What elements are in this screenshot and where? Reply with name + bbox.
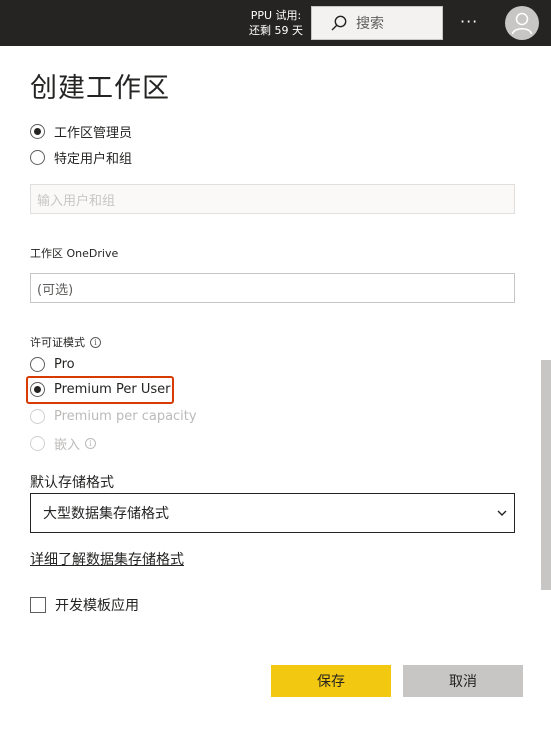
radio-circle bbox=[30, 436, 45, 451]
radio-workspace-admin[interactable]: 工作区管理员 bbox=[30, 122, 132, 141]
radio-label-embedded: 嵌入 bbox=[54, 438, 81, 453]
onedrive-label-text: 工作区 OneDrive bbox=[30, 247, 119, 260]
radio-label-specific-users: 特定用户和组 bbox=[54, 152, 133, 167]
trial-status-line1: PPU 试用: bbox=[250, 9, 302, 22]
radio-label-pro: Pro bbox=[54, 357, 75, 372]
trial-status: PPU 试用: 还剩 59 天 bbox=[246, 8, 306, 38]
save-button[interactable]: 保存 bbox=[271, 665, 391, 697]
page-title: 创建工作区 bbox=[30, 73, 170, 104]
onedrive-label: 工作区 OneDrive bbox=[30, 245, 118, 261]
storage-format-value: 大型数据集存储格式 bbox=[43, 506, 169, 522]
cancel-button[interactable]: 取消 bbox=[403, 665, 523, 697]
search-icon bbox=[331, 15, 347, 31]
storage-format-select[interactable]: 大型数据集存储格式 bbox=[30, 493, 515, 533]
chevron-down-icon bbox=[497, 510, 507, 516]
highlight-box bbox=[26, 376, 174, 404]
radio-label-premium-per-capacity: Premium per capacity bbox=[54, 409, 197, 424]
radio-license-premium-per-capacity: Premium per capacity bbox=[30, 409, 197, 424]
radio-selected-dot bbox=[34, 128, 41, 135]
storage-format-learn-more-link[interactable]: 详细了解数据集存储格式 bbox=[30, 549, 184, 569]
users-groups-placeholder: 输入用户和组 bbox=[37, 193, 116, 209]
radio-circle bbox=[30, 357, 45, 372]
top-bar: PPU 试用: 还剩 59 天 搜索 ··· bbox=[0, 0, 551, 46]
default-storage-format-label: 默认存储格式 bbox=[30, 475, 114, 491]
search-placeholder: 搜索 bbox=[356, 16, 384, 32]
template-app-label: 开发模板应用 bbox=[55, 598, 139, 614]
radio-label-workspace-admin: 工作区管理员 bbox=[54, 126, 133, 141]
radio-specific-users[interactable]: 特定用户和组 bbox=[30, 148, 132, 167]
checkbox-box bbox=[30, 597, 46, 613]
more-options-button[interactable]: ··· bbox=[460, 12, 478, 31]
radio-circle bbox=[30, 150, 45, 165]
onedrive-input[interactable]: (可选) bbox=[30, 273, 515, 303]
radio-circle bbox=[30, 124, 45, 139]
template-app-checkbox[interactable]: 开发模板应用 bbox=[30, 595, 139, 615]
scrollbar-thumb[interactable] bbox=[541, 360, 551, 590]
trial-status-line2: 还剩 59 天 bbox=[249, 24, 303, 37]
info-icon: i bbox=[85, 438, 97, 449]
user-icon bbox=[511, 12, 533, 35]
onedrive-placeholder: (可选) bbox=[37, 282, 74, 298]
radio-license-pro[interactable]: Pro bbox=[30, 357, 75, 372]
avatar-button[interactable] bbox=[505, 6, 539, 40]
info-icon[interactable]: i bbox=[90, 336, 101, 348]
radio-license-embedded: 嵌入 i bbox=[30, 434, 97, 453]
license-mode-label: 许可证模式 i bbox=[30, 334, 101, 350]
radio-circle bbox=[30, 409, 45, 424]
users-groups-input: 输入用户和组 bbox=[30, 184, 515, 214]
search-box[interactable]: 搜索 bbox=[311, 6, 443, 40]
license-mode-label-text: 许可证模式 bbox=[30, 336, 85, 349]
create-workspace-panel: 创建工作区 工作区管理员 特定用户和组 输入用户和组 工作区 OneDrive … bbox=[0, 46, 551, 745]
